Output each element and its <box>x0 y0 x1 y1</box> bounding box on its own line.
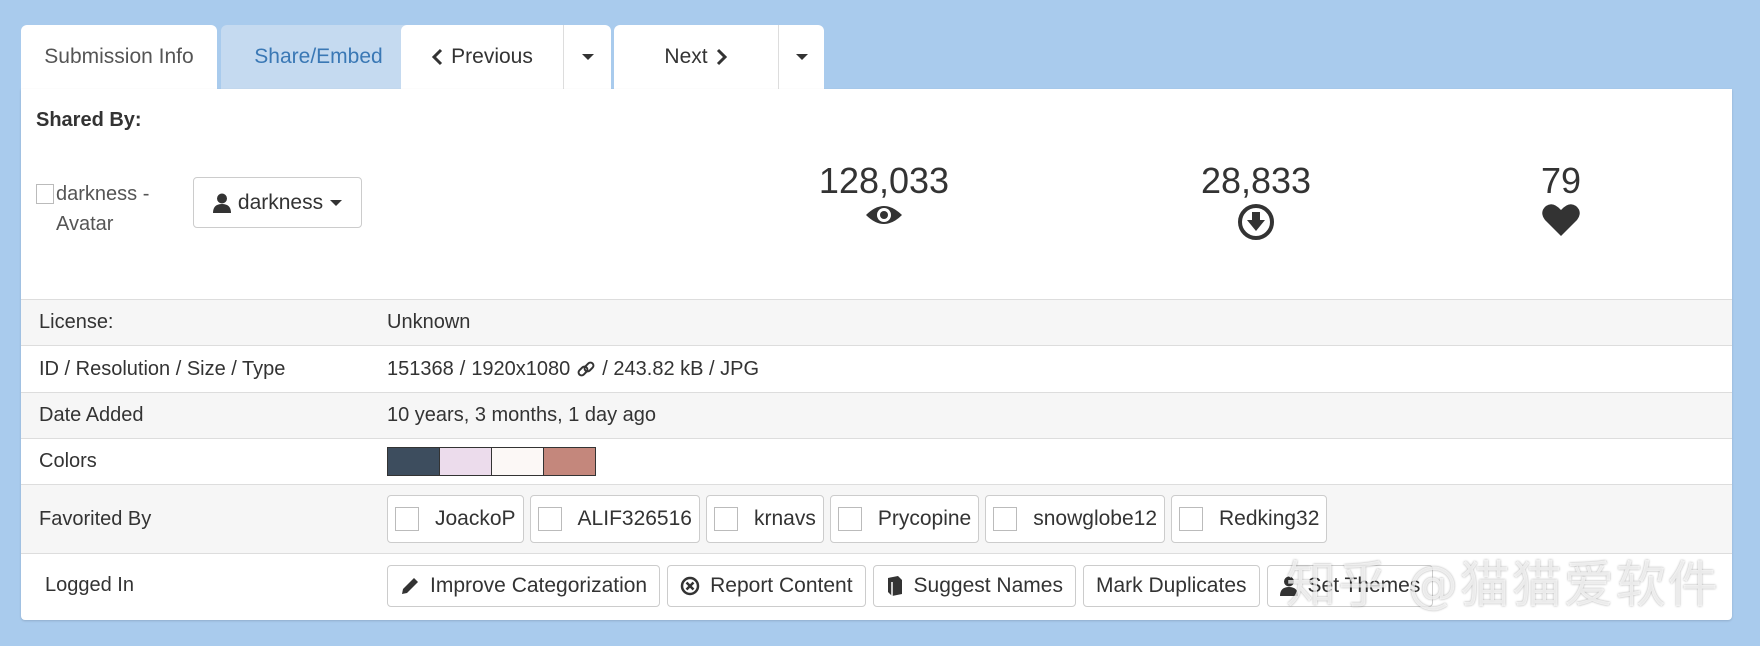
previous-dropdown-button[interactable] <box>564 25 611 89</box>
eye-icon <box>866 206 902 224</box>
next-button[interactable]: Next <box>614 25 778 89</box>
favorited-user-name: JoackoP <box>435 507 516 530</box>
date-added-label: Date Added <box>39 404 144 426</box>
broken-image-icon <box>713 507 738 531</box>
download-circle-icon <box>1238 204 1274 240</box>
caret-down-icon <box>795 54 808 60</box>
favorited-user-chip[interactable]: JoackoP <box>387 495 524 543</box>
table-row: License: Unknown <box>21 299 1732 345</box>
favorited-by-label: Favorited By <box>39 507 152 530</box>
next-dropdown-button[interactable] <box>779 25 824 89</box>
shared-by-heading: Shared By: <box>36 109 142 131</box>
favorited-user-name: Redking32 <box>1219 507 1320 530</box>
book-icon <box>887 575 902 596</box>
table-row: Date Added 10 years, 3 months, 1 day ago <box>21 392 1732 438</box>
license-label: License: <box>39 311 114 333</box>
pencil-icon <box>402 577 418 594</box>
broken-image-icon <box>395 507 419 531</box>
colors-label: Colors <box>39 450 97 472</box>
submission-info-panel: Shared By: darkness - Avatar darkness 12… <box>21 89 1732 620</box>
slash: / <box>459 357 466 380</box>
views-stat: 128,033 <box>799 161 969 227</box>
id-value: 151368 <box>387 357 454 380</box>
suggest-names-button[interactable]: Suggest Names <box>872 564 1076 607</box>
downloads-stat: 28,833 <box>1171 161 1341 241</box>
table-row: Favorited By JoackoP ALIF326516 krnavs Pryc… <box>21 484 1732 553</box>
license-value: Unknown <box>387 311 471 333</box>
color-swatches <box>387 447 596 476</box>
favorited-by-list: JoackoP ALIF326516 krnavs Prycopine snowglob… <box>387 495 1328 543</box>
resolution-link[interactable]: 1920x1080 <box>471 358 570 381</box>
color-swatch[interactable] <box>491 447 544 476</box>
caret-down-icon <box>581 54 594 60</box>
chevron-right-icon <box>716 48 727 66</box>
avatar: darkness - Avatar <box>36 179 186 239</box>
broken-image-icon <box>537 507 562 531</box>
link-icon[interactable] <box>576 359 596 379</box>
logged-in-label: Logged In <box>45 574 134 596</box>
broken-image-icon <box>837 507 862 531</box>
color-swatch[interactable] <box>439 447 492 476</box>
mark-duplicates-button[interactable]: Mark Duplicates <box>1082 564 1260 607</box>
favorited-user-name: snowglobe12 <box>1033 507 1157 530</box>
favorited-user-chip[interactable]: krnavs <box>705 495 824 543</box>
table-row: Colors <box>21 438 1732 484</box>
downloads-count: 28,833 <box>1200 160 1312 201</box>
date-added-value: 10 years, 3 months, 1 day ago <box>387 404 657 426</box>
avatar-alt-text: darkness - Avatar <box>56 183 150 235</box>
favorited-user-chip[interactable]: ALIF326516 <box>529 495 700 543</box>
broken-image-icon <box>993 507 1018 531</box>
favorited-user-name: Prycopine <box>877 507 972 530</box>
color-swatch[interactable] <box>387 447 440 476</box>
username: darkness <box>237 190 324 214</box>
id-resolution-value: 151368 / 1920x1080 / 243.82 kB / JPG <box>387 358 759 381</box>
caret-down-icon <box>330 199 343 206</box>
favorited-user-name: krnavs <box>753 507 816 530</box>
previous-label: Previous <box>451 45 533 68</box>
mark-duplicates-label: Mark Duplicates <box>1095 573 1247 597</box>
user-dropdown-button[interactable]: darkness <box>193 177 362 228</box>
tab-share-embed[interactable]: Share/Embed <box>221 25 416 89</box>
suggest-names-label: Suggest Names <box>913 573 1063 597</box>
report-content-button[interactable]: Report Content <box>667 564 866 607</box>
favorited-user-name: ALIF326516 <box>577 507 692 530</box>
previous-button[interactable]: Previous <box>401 25 563 89</box>
watermark: 知乎 @猫猫爱软件 <box>1286 556 1720 614</box>
favorites-count: 79 <box>1540 160 1582 201</box>
improve-categorization-button[interactable]: Improve Categorization <box>387 564 661 607</box>
broken-image-icon <box>36 184 54 204</box>
chevron-left-icon <box>432 48 443 66</box>
favorited-user-chip[interactable]: Prycopine <box>829 495 980 543</box>
favorites-stat: 79 <box>1501 161 1621 237</box>
next-label: Next <box>664 45 708 68</box>
logged-in-actions: Improve Categorization Report Content Su… <box>387 564 1434 607</box>
next-button-group: Next <box>614 25 824 89</box>
favorited-user-chip[interactable]: snowglobe12 <box>985 495 1165 543</box>
favorited-user-chip[interactable]: Redking32 <box>1171 495 1328 543</box>
id-resolution-label: ID / Resolution / Size / Type <box>39 357 286 380</box>
broken-image-icon <box>1179 507 1203 531</box>
views-count: 128,033 <box>818 160 950 201</box>
report-icon <box>680 576 700 595</box>
improve-categorization-label: Improve Categorization <box>430 573 648 597</box>
tab-submission-info[interactable]: Submission Info <box>21 25 217 89</box>
heart-icon <box>1542 204 1580 236</box>
previous-button-group: Previous <box>401 25 611 89</box>
color-swatch[interactable] <box>543 447 596 476</box>
table-row: ID / Resolution / Size / Type 151368 / 1… <box>21 345 1732 392</box>
size-type-value: / 243.82 kB / JPG <box>602 357 760 380</box>
user-icon <box>212 193 231 213</box>
report-content-label: Report Content <box>710 573 853 597</box>
